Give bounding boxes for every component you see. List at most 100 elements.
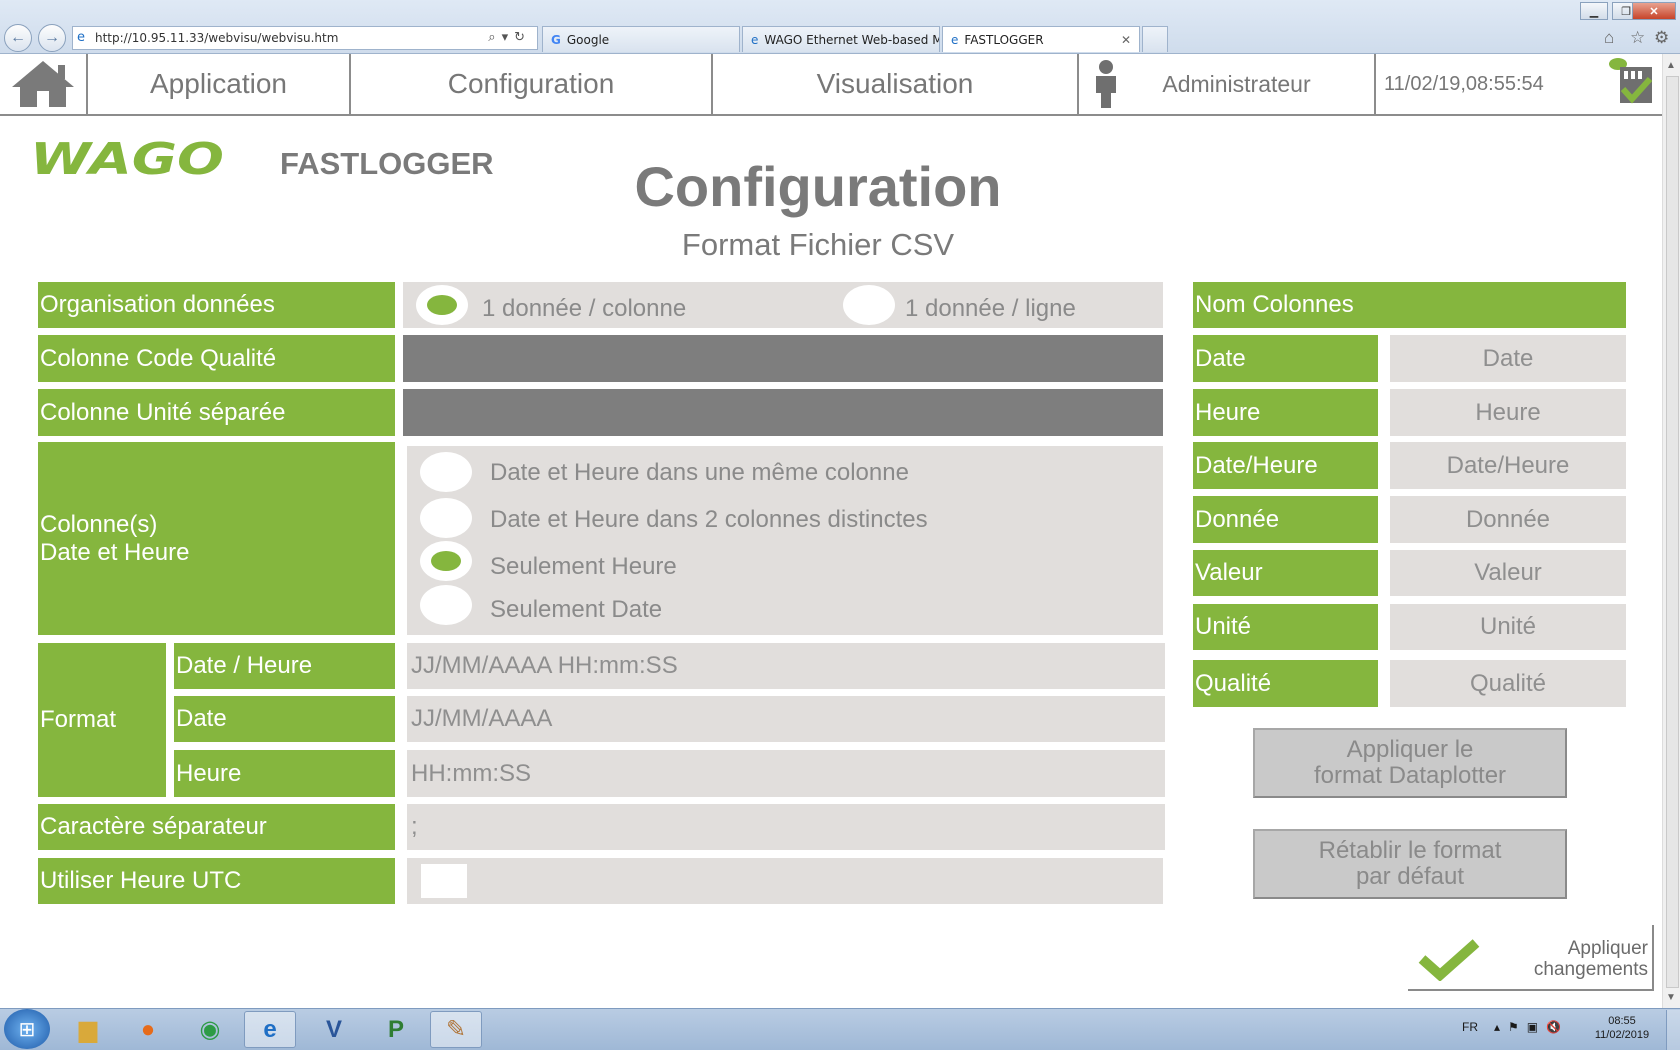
apply-changes-label-line1: Appliquer [1567,938,1648,959]
column-name-field[interactable]: Donnée [1390,496,1626,543]
radio-same-column[interactable] [420,452,472,492]
internet-explorer-icon[interactable]: e [244,1011,296,1048]
column-name-label: Date [1193,335,1378,382]
scroll-down-icon[interactable]: ▼ [1666,992,1676,1003]
utc-field [407,858,1163,904]
taskbar-clock[interactable]: 08:55 11/02/2019 [1584,1014,1660,1042]
scroll-up-icon[interactable]: ▲ [1666,60,1676,71]
reset-default-format-button[interactable]: Rétablir le format par défaut [1253,829,1567,899]
minimize-icon[interactable]: ▁ [1580,2,1608,20]
wago-logo: WAGO [30,134,226,186]
button-label-line2: par défaut [1355,863,1465,890]
separator-field[interactable]: ; [407,804,1165,850]
radio-one-per-line-label: 1 donnée / ligne [905,295,1076,322]
paint-icon[interactable]: ✎ [430,1011,482,1048]
address-bar[interactable]: e http://10.95.11.33/webvisu/webvisu.htm… [72,26,538,50]
button-label-line2: format Dataplotter [1313,762,1507,789]
quality-column-field[interactable] [403,335,1163,382]
page-title: Configuration [634,155,1002,218]
checkmark-icon [1418,939,1480,981]
user-menu[interactable]: Administrateur [1079,54,1376,116]
home-icon [12,61,74,107]
format-time-field[interactable]: HH:mm:SS [407,750,1165,797]
radio-date-only-label: Seulement Date [490,596,663,623]
button-label-line1: Rétablir le format [1318,837,1502,864]
apply-changes-button[interactable]: Appliquer changements [1408,925,1654,991]
format-date-field[interactable]: JJ/MM/AAAA [407,696,1165,742]
tab-wago-web[interactable]: e WAGO Ethernet Web-based M... [742,26,940,52]
tab-google[interactable]: G Google [542,26,740,52]
home-icon[interactable]: ⌂ [1604,28,1614,48]
explorer-folder-icon[interactable]: ▆ [62,1011,114,1048]
settings-gear-icon[interactable]: ⚙ [1654,28,1669,48]
menu-visualisation[interactable]: Visualisation [713,54,1079,116]
radio-two-columns[interactable] [420,498,472,538]
unit-column-label: Colonne Unité séparée [38,389,395,436]
system-tray-icons[interactable]: ▴⚑▣🔇 [1494,1020,1569,1034]
column-name-field[interactable]: Heure [1390,389,1626,436]
column-name-label: Heure [1193,389,1378,436]
apply-changes-label-line2: changements [1533,959,1648,980]
project-icon[interactable]: P [370,1011,422,1048]
radio-date-only[interactable] [420,585,472,625]
forward-icon[interactable]: → [38,24,66,52]
new-tab-button[interactable] [1142,26,1168,52]
column-name-field[interactable]: Date/Heure [1390,442,1626,489]
user-icon [1096,60,1116,108]
radio-same-column-label: Date et Heure dans une même colonne [490,459,909,486]
radio-one-per-column[interactable] [416,285,468,325]
favorites-star-icon[interactable]: ☆ [1630,28,1645,48]
column-name-field[interactable]: Valeur [1390,550,1626,596]
organisation-label: Organisation données [38,282,395,328]
product-name: FASTLOGGER [280,146,494,181]
visio-icon[interactable]: V [308,1011,360,1048]
chrome-icon[interactable]: ◉ [184,1011,236,1048]
svg-text:WAGO: WAGO [30,134,224,185]
column-name-field[interactable]: Unité [1390,604,1626,650]
radio-time-only-label: Seulement Heure [490,553,677,580]
format-time-label: Heure [174,750,395,797]
google-icon: G [551,32,561,47]
column-name-field[interactable]: Date [1390,335,1626,382]
ie-tab-icon: e [751,32,759,47]
close-window-icon[interactable]: ✕ [1632,2,1676,20]
column-names-header: Nom Colonnes [1193,282,1626,328]
apply-dataplotter-format-button[interactable]: Appliquer le format Dataplotter [1253,728,1567,798]
datetime-columns-label-line1: Colonne(s) [40,510,158,538]
column-name-label: Valeur [1193,550,1378,596]
language-indicator[interactable]: FR [1462,1020,1478,1034]
sd-card-status-icon [1609,58,1653,104]
show-desktop-button[interactable] [1666,1010,1680,1050]
column-name-field[interactable]: Qualité [1390,660,1626,707]
taskbar-date: 11/02/2019 [1594,1029,1650,1041]
back-icon[interactable]: ← [4,24,32,52]
datetime-columns-label-line2: Date et Heure [40,538,190,566]
datetime-columns-label: Colonne(s) Date et Heure [38,442,395,635]
ie-page-icon: e [77,30,85,45]
search-refresh-icons[interactable]: ⌕▾↻ [488,30,531,45]
column-name-label: Date/Heure [1193,442,1378,489]
current-datetime: 11/02/19,08:55:54 [1384,72,1544,95]
radio-one-per-line[interactable] [843,285,895,325]
taskbar-time: 08:55 [1608,1015,1636,1027]
url-text: http://10.95.11.33/webvisu/webvisu.htm [95,31,339,45]
menu-application[interactable]: Application [88,54,351,116]
radio-time-only[interactable] [420,541,472,581]
separator-label: Caractère séparateur [38,804,395,850]
menu-configuration[interactable]: Configuration [351,54,713,116]
utc-label: Utiliser Heure UTC [38,858,395,904]
scroll-thumb[interactable] [1666,76,1679,988]
vertical-scrollbar[interactable]: ▲ ▼ [1662,54,1680,1008]
unit-column-field[interactable] [403,389,1163,436]
column-name-label: Donnée [1193,496,1378,543]
start-button-icon[interactable]: ⊞ [4,1009,50,1049]
radio-two-columns-label: Date et Heure dans 2 colonnes distinctes [490,506,928,533]
format-datetime-label: Date / Heure [174,643,395,689]
ie-tab-icon: e [951,32,959,47]
close-tab-icon[interactable]: ✕ [1121,33,1131,47]
format-datetime-field[interactable]: JJ/MM/AAAA HH:mm:SS [407,643,1165,689]
firefox-icon[interactable]: ● [122,1011,174,1048]
tab-fastlogger[interactable]: e FASTLOGGER ✕ [942,26,1140,52]
utc-checkbox[interactable] [421,864,467,898]
home-button[interactable] [0,54,88,116]
